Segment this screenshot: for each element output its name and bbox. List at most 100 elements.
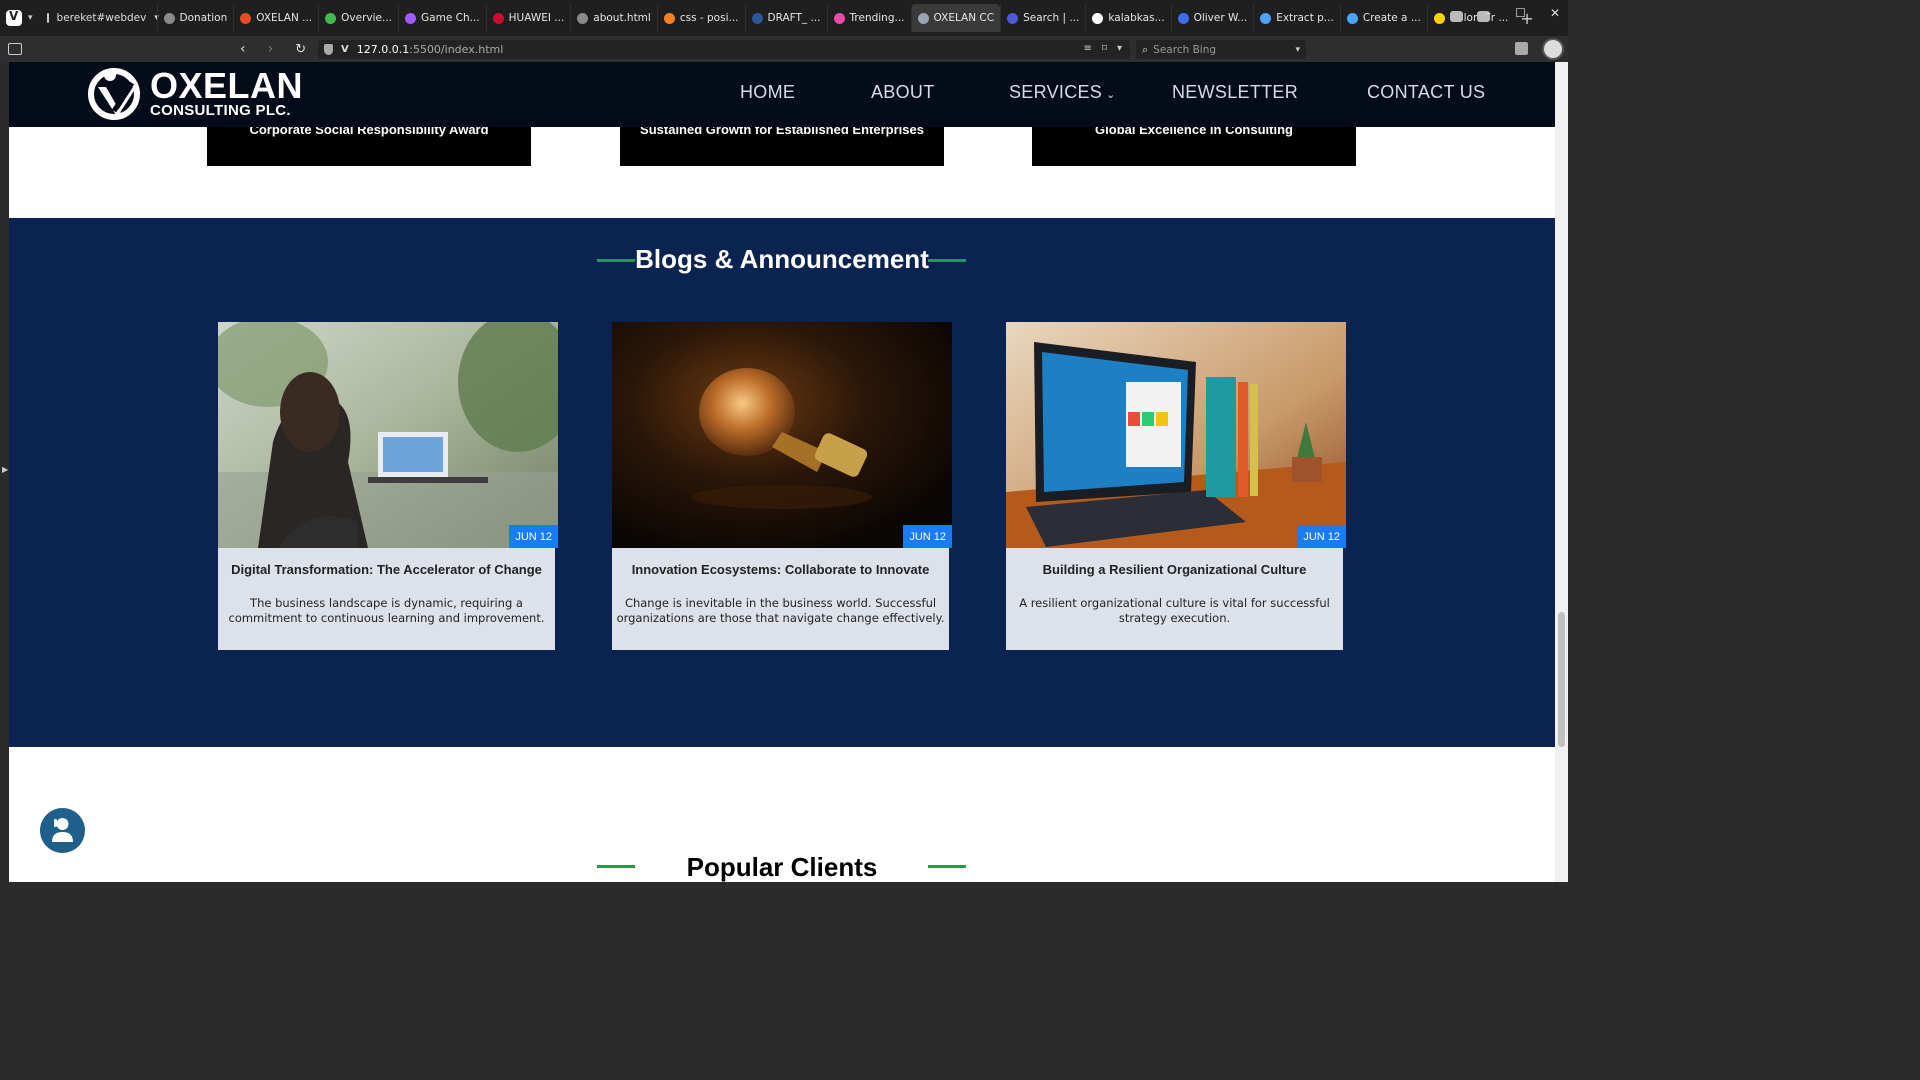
workspace-switcher[interactable]: bereket#webdev ▾	[39, 4, 159, 32]
blog-excerpt: The business landscape is dynamic, requi…	[228, 596, 545, 625]
laptop-photo	[1006, 322, 1346, 548]
tab-label: kalabkas...	[1108, 12, 1165, 24]
browser-tab[interactable]: about.html	[570, 4, 657, 32]
blogs-title: Blogs & Announcement	[635, 244, 929, 274]
extensions-icon[interactable]	[1515, 42, 1528, 55]
clients-title: Popular Clients	[686, 852, 878, 882]
tab-label: Extract p...	[1276, 12, 1334, 24]
browser-address-bar: ‹ › ↻ V 127.0.0.1:5500/index.html ≡ ⌑ ▾ …	[0, 36, 1568, 62]
chat-support-button[interactable]	[40, 808, 85, 853]
browser-tab[interactable]: Donation	[156, 4, 234, 32]
browser-tab-bar: ▾ bereket#webdev ▾ Donation OXELAN ... Ove…	[0, 0, 1568, 36]
browser-tab[interactable]: HUAWEI ...	[485, 4, 571, 32]
nav-services[interactable]: SERVICES ⌄	[1009, 82, 1116, 103]
blog-excerpt: A resilient organizational culture is vi…	[1019, 596, 1330, 625]
title-rule-right	[928, 259, 966, 262]
maximize-icon[interactable]: ☐	[1515, 6, 1526, 20]
chevron-down-icon: ⌄	[1106, 89, 1116, 101]
blog-card-body: Innovation Ecosystems: Collaborate to In…	[612, 548, 949, 650]
shield-icon[interactable]	[324, 44, 333, 55]
nav-newsletter[interactable]: NEWSLETTER	[1172, 82, 1298, 103]
browser-tab[interactable]: Game Ch...	[398, 4, 486, 32]
site-info-icon[interactable]: V	[341, 44, 349, 55]
blog-card[interactable]: JUN 12 Innovation Ecosystems: Collaborat…	[612, 322, 952, 650]
browser-tab[interactable]: css - posi...	[656, 4, 745, 32]
blog-card-body: Digital Transformation: The Accelerator …	[218, 548, 555, 650]
blog-title[interactable]: Building a Resilient Organizational Cult…	[1008, 562, 1341, 577]
blog-image-laptop[interactable]: JUN 12	[1006, 322, 1346, 548]
search-input[interactable]: ⌕ Search Bing ▾	[1136, 40, 1306, 59]
minimize-icon[interactable]: –	[1485, 6, 1491, 20]
browser-tab[interactable]: Extract p...	[1253, 4, 1340, 32]
chevron-down-icon[interactable]: ▾	[1295, 45, 1300, 55]
close-icon[interactable]: ✕	[1550, 6, 1560, 20]
favicon-icon	[240, 12, 252, 24]
blog-card-body: Building a Resilient Organizational Cult…	[1006, 548, 1343, 650]
favicon-icon	[1346, 12, 1358, 24]
site-logo[interactable]: OXELAN CONSULTING PLC.	[86, 65, 303, 121]
browser-tab[interactable]: Search | ...	[1000, 4, 1085, 32]
office-photo	[218, 322, 558, 548]
blog-title[interactable]: Digital Transformation: The Accelerator …	[220, 562, 553, 577]
search-icon: ⌕	[1142, 42, 1149, 56]
menu-chevron-icon[interactable]: ▾	[28, 13, 33, 23]
favicon-icon	[1433, 12, 1445, 24]
profile-avatar[interactable]	[1542, 38, 1564, 60]
favicon-icon	[833, 12, 845, 24]
site-header: OXELAN CONSULTING PLC. HOME ABOUT SERVIC…	[9, 62, 1555, 127]
nav-contact[interactable]: CONTACT US	[1367, 82, 1485, 103]
tab-label: OXELAN CC	[933, 12, 995, 24]
tab-label: Search | ...	[1023, 12, 1080, 24]
blog-excerpt: Change is inevitable in the business wor…	[616, 596, 945, 625]
reader-view-icon[interactable]: ≡	[1083, 43, 1091, 54]
back-button[interactable]: ‹	[240, 41, 246, 57]
logo-subtitle: CONSULTING PLC.	[150, 101, 291, 119]
browser-tab[interactable]: kalabkas...	[1085, 4, 1170, 32]
tab-label: about.html	[593, 12, 651, 24]
tab-label: HUAWEI ...	[508, 12, 565, 24]
browser-tab[interactable]: OXELAN ...	[233, 4, 318, 32]
tab-label: Oliver W...	[1193, 12, 1248, 24]
blog-image-office[interactable]: JUN 12	[218, 322, 558, 548]
blog-image-bulb[interactable]: JUN 12	[612, 322, 952, 548]
nav-about[interactable]: ABOUT	[871, 82, 935, 103]
tab-label: Create a ...	[1362, 12, 1421, 24]
browser-tab[interactable]: OXELAN CC	[910, 4, 1001, 32]
browser-tab[interactable]: Overvie...	[318, 4, 398, 32]
browser-tab[interactable]: Create a ...	[1339, 4, 1427, 32]
bookmark-icon[interactable]: ⌑	[1102, 43, 1107, 54]
page-viewport: Corporate Social Responsibility Award Su…	[9, 62, 1555, 882]
user-support-icon	[52, 818, 73, 842]
blogs-section: Blogs & Announcement JUN 12 Digital Tran…	[9, 218, 1555, 747]
logo-title: OXELAN	[150, 64, 304, 106]
browser-tab[interactable]: DRAFT_ ...	[744, 4, 827, 32]
page-scrollbar[interactable]	[1555, 62, 1568, 882]
logo-mark-icon	[88, 68, 140, 120]
tab-label: Donation	[179, 12, 228, 24]
reload-button[interactable]: ↻	[295, 42, 306, 57]
clients-section: Popular Clients	[9, 747, 1555, 882]
forward-button[interactable]: ›	[268, 41, 274, 57]
blog-card[interactable]: JUN 12 Digital Transformation: The Accel…	[218, 322, 558, 650]
url-field[interactable]: V 127.0.0.1:5500/index.html ≡ ⌑ ▾	[318, 40, 1130, 59]
nav-services-label: SERVICES	[1009, 82, 1103, 102]
workspace-icon	[46, 13, 49, 23]
logo-text: OXELAN CONSULTING PLC.	[150, 64, 304, 119]
browser-tab[interactable]: Trending...	[826, 4, 911, 32]
chevron-down-icon[interactable]: ▾	[1117, 43, 1122, 54]
browser-tab[interactable]: Oliver W...	[1170, 4, 1254, 32]
favicon-icon	[325, 12, 337, 24]
side-panel-arrow-icon[interactable]: ▶	[2, 465, 8, 474]
blog-card[interactable]: JUN 12 Building a Resilient Organization…	[1006, 322, 1346, 650]
blog-title[interactable]: Innovation Ecosystems: Collaborate to In…	[614, 562, 947, 577]
panel-toggle-icon[interactable]	[8, 43, 22, 55]
vivaldi-menu-icon[interactable]	[6, 9, 22, 26]
scrollbar-thumb[interactable]	[1558, 612, 1565, 747]
tab-label: OXELAN ...	[256, 12, 313, 24]
title-rule-right	[928, 865, 966, 868]
favicon-icon	[163, 12, 175, 24]
favicon-icon	[1177, 12, 1189, 24]
nav-home[interactable]: HOME	[740, 82, 795, 103]
lightbulb-photo	[612, 322, 952, 548]
cloud-sync-icon[interactable]	[1450, 11, 1463, 22]
